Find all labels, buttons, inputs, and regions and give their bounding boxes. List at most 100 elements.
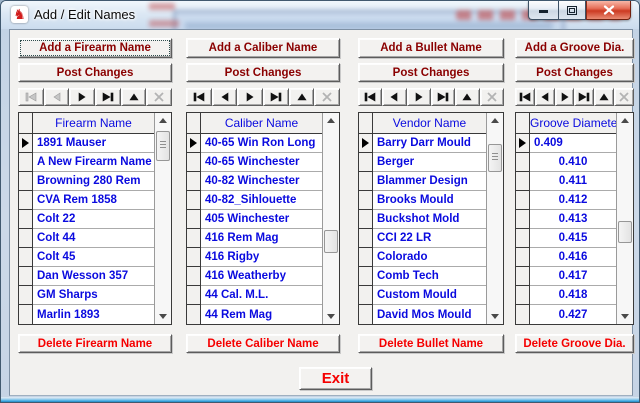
row-indicator-cell[interactable] (516, 305, 530, 324)
add-button[interactable]: Add a Groove Dia. (515, 38, 634, 58)
nav-up-button[interactable] (455, 88, 479, 106)
maximize-button[interactable] (558, 1, 586, 20)
grid-cell[interactable]: Custom Mould (373, 286, 486, 305)
nav-first-button[interactable] (358, 88, 382, 106)
row-indicator-cell[interactable] (19, 153, 33, 172)
grid-cell[interactable]: Barry Darr Mould (373, 134, 486, 153)
row-indicator-cell[interactable] (19, 248, 33, 267)
nav-prev-button[interactable] (535, 88, 555, 106)
grid-scrollbar[interactable] (154, 113, 171, 324)
grid-cell[interactable]: 44 Rem Mag (201, 305, 322, 324)
grid-cell[interactable]: 0.427 (530, 305, 616, 324)
row-indicator-cell[interactable] (359, 305, 373, 324)
row-indicator-cell[interactable] (187, 172, 201, 191)
grid-cell[interactable]: Comb Tech (373, 267, 486, 286)
row-indicator-cell[interactable] (187, 191, 201, 210)
delete-button[interactable]: Delete Caliber Name (186, 334, 340, 353)
row-indicator-cell[interactable] (187, 267, 201, 286)
add-button[interactable]: Add a Caliber Name (186, 38, 340, 58)
current-row-indicator[interactable] (516, 134, 530, 153)
grid-cell[interactable]: Blammer Design (373, 172, 486, 191)
row-indicator-cell[interactable] (516, 153, 530, 172)
grid-cell[interactable]: 405 Winchester (201, 210, 322, 229)
add-button[interactable]: Add a Firearm Name (18, 38, 172, 58)
grid-cell[interactable]: Brooks Mould (373, 191, 486, 210)
row-indicator-cell[interactable] (187, 305, 201, 324)
nav-last-button[interactable] (574, 88, 594, 106)
grid-scrollbar[interactable] (322, 113, 339, 324)
nav-up-button[interactable] (594, 88, 614, 106)
scroll-up-button[interactable] (487, 113, 503, 128)
grid-cell[interactable]: A New Firearm Name (33, 153, 154, 172)
grid-cell[interactable]: 0.411 (530, 172, 616, 191)
post-changes-button[interactable]: Post Changes (186, 63, 340, 82)
nav-first-button[interactable] (186, 88, 212, 106)
row-indicator-cell[interactable] (516, 191, 530, 210)
grid-cell[interactable]: 40-82 Winchester (201, 172, 322, 191)
row-indicator-cell[interactable] (19, 191, 33, 210)
grid-cell[interactable]: 40-65 Win Ron Long (201, 134, 322, 153)
grid-cell[interactable]: 0.416 (530, 248, 616, 267)
nav-next-button[interactable] (407, 88, 431, 106)
nav-first-button[interactable] (515, 88, 535, 106)
grid-cell[interactable]: 0.415 (530, 229, 616, 248)
row-indicator-cell[interactable] (187, 210, 201, 229)
nav-up-button[interactable] (121, 88, 147, 106)
grid-cell[interactable]: CCI 22 LR (373, 229, 486, 248)
scroll-down-button[interactable] (487, 309, 503, 324)
row-indicator-cell[interactable] (19, 305, 33, 324)
delete-button[interactable]: Delete Bullet Name (358, 334, 504, 353)
minimize-button[interactable] (528, 1, 558, 20)
nav-next-button[interactable] (237, 88, 263, 106)
nav-up-button[interactable] (289, 88, 315, 106)
grid-cell[interactable]: Colorado (373, 248, 486, 267)
grid-scrollbar[interactable] (616, 113, 633, 324)
row-indicator-cell[interactable] (187, 229, 201, 248)
grid-cell[interactable]: 0.410 (530, 153, 616, 172)
scrollbar-thumb[interactable] (618, 221, 632, 243)
row-indicator-cell[interactable] (516, 248, 530, 267)
grid-cell[interactable]: CVA Rem 1858 (33, 191, 154, 210)
row-indicator-cell[interactable] (187, 286, 201, 305)
grid-cell[interactable]: 44 Cal. M.L. (201, 286, 322, 305)
row-indicator-cell[interactable] (359, 267, 373, 286)
grid-cell[interactable]: 1891 Mauser (33, 134, 154, 153)
grid-cell[interactable]: Buckshot Mold (373, 210, 486, 229)
grid-cell[interactable]: 416 Rem Mag (201, 229, 322, 248)
row-indicator-cell[interactable] (19, 229, 33, 248)
post-changes-button[interactable]: Post Changes (358, 63, 504, 82)
grid-scrollbar[interactable] (486, 113, 503, 324)
delete-button[interactable]: Delete Groove Dia. (515, 334, 634, 353)
delete-button[interactable]: Delete Firearm Name (18, 334, 172, 353)
grid-cell[interactable]: GM Sharps (33, 286, 154, 305)
scroll-up-button[interactable] (323, 113, 339, 128)
scroll-down-button[interactable] (323, 309, 339, 324)
post-changes-button[interactable]: Post Changes (515, 63, 634, 82)
scrollbar-thumb[interactable] (488, 144, 502, 172)
row-indicator-cell[interactable] (359, 286, 373, 305)
scroll-down-button[interactable] (155, 309, 171, 324)
scroll-down-button[interactable] (617, 309, 633, 324)
grid-cell[interactable]: 416 Weatherby (201, 267, 322, 286)
grid-cell[interactable]: Marlin 1893 (33, 305, 154, 324)
grid-cell[interactable]: 40-82_Sihlouette (201, 191, 322, 210)
row-indicator-cell[interactable] (359, 248, 373, 267)
row-indicator-cell[interactable] (516, 229, 530, 248)
current-row-indicator[interactable] (19, 134, 33, 153)
exit-button[interactable]: Exit (299, 367, 372, 390)
grid-cell[interactable]: 40-65 Winchester (201, 153, 322, 172)
grid-cell[interactable]: Dan Wesson 357 (33, 267, 154, 286)
grid-cell[interactable]: 0.418 (530, 286, 616, 305)
row-indicator-cell[interactable] (516, 286, 530, 305)
add-button[interactable]: Add a Bullet Name (358, 38, 504, 58)
nav-prev-button[interactable] (212, 88, 238, 106)
grid-cell[interactable]: Berger (373, 153, 486, 172)
grid-cell[interactable]: 0.412 (530, 191, 616, 210)
post-changes-button[interactable]: Post Changes (18, 63, 172, 82)
grid-cell[interactable]: 0.417 (530, 267, 616, 286)
row-indicator-cell[interactable] (19, 267, 33, 286)
grid-cell[interactable]: Browning 280 Rem (33, 172, 154, 191)
row-indicator-cell[interactable] (359, 172, 373, 191)
grid-cell[interactable]: Colt 45 (33, 248, 154, 267)
scrollbar-thumb[interactable] (324, 230, 338, 253)
